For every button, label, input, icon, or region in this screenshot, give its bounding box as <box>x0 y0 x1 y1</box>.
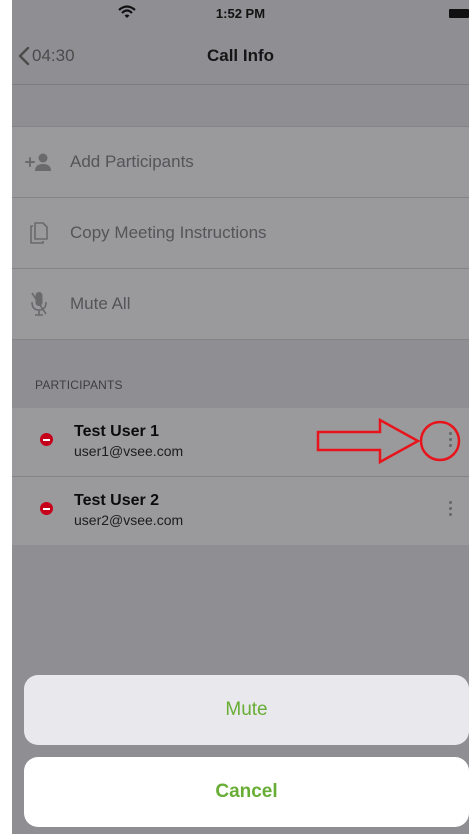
phone-screen: 1:52 PM 04:30 Call Info Add Participants <box>12 0 469 834</box>
participant-email: user2@vsee.com <box>74 512 184 528</box>
copy-meeting-instructions-item[interactable]: Copy Meeting Instructions <box>12 198 469 269</box>
microphone-muted-icon <box>25 291 53 317</box>
participants-section-header: PARTICIPANTS <box>35 378 123 392</box>
add-participants-item[interactable]: Add Participants <box>12 127 469 198</box>
participant-list: Test User 1 user1@vsee.com Test User 2 u… <box>12 408 469 545</box>
cancel-button[interactable]: Cancel <box>24 757 469 827</box>
action-list: Add Participants Copy Meeting Instructio… <box>12 126 469 340</box>
status-time: 1:52 PM <box>215 6 266 21</box>
participant-name: Test User 1 <box>74 423 160 440</box>
participant-row[interactable]: Test User 1 user1@vsee.com <box>12 408 469 477</box>
add-person-icon <box>25 149 53 175</box>
mute-button[interactable]: Mute <box>24 675 469 745</box>
copy-document-icon <box>25 220 53 246</box>
more-options-icon[interactable] <box>444 430 456 454</box>
participant-email: user1@vsee.com <box>74 443 184 459</box>
copy-meeting-instructions-label: Copy Meeting Instructions <box>70 223 267 242</box>
participant-row[interactable]: Test User 2 user2@vsee.com <box>12 477 469 545</box>
add-participants-label: Add Participants <box>70 152 194 171</box>
battery-icon <box>449 9 469 18</box>
mute-all-item[interactable]: Mute All <box>12 269 469 340</box>
participant-name: Test User 2 <box>74 492 160 509</box>
mute-all-label: Mute All <box>70 294 131 313</box>
do-not-disturb-icon <box>40 433 53 446</box>
do-not-disturb-icon <box>40 502 53 515</box>
page-title: Call Info <box>206 46 275 65</box>
status-bar: 1:52 PM <box>12 0 469 28</box>
navigation-bar: 04:30 Call Info <box>12 28 469 85</box>
more-options-icon[interactable] <box>444 499 456 523</box>
